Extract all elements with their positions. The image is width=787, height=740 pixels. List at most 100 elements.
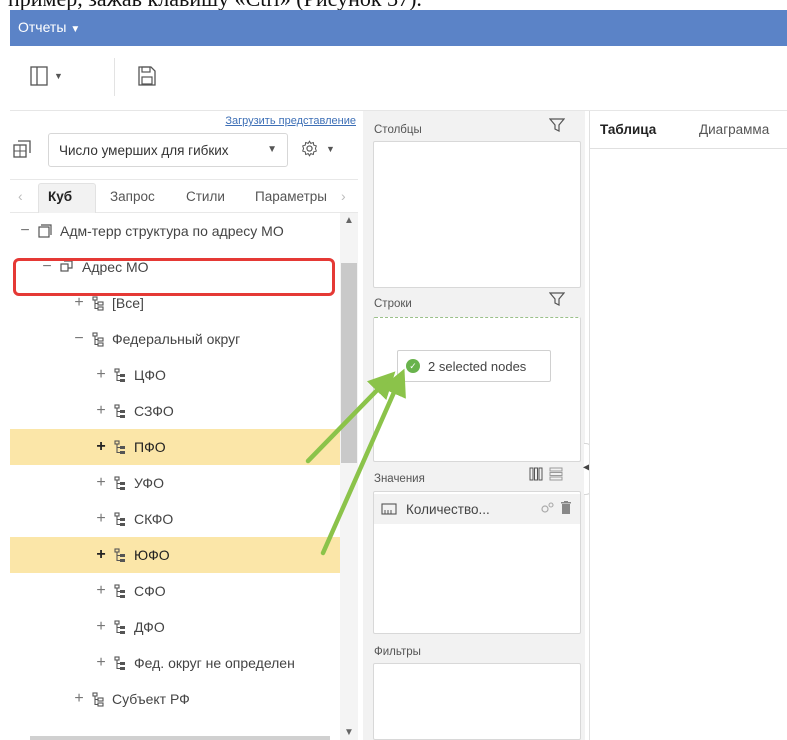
member-icon: [114, 475, 126, 491]
document-text-fragment: пример, зажав клавишу «Ctrl» (Рисунок 37…: [0, 0, 787, 10]
tree-node-label: СФО: [134, 583, 166, 599]
expand-icon[interactable]: +: [72, 294, 86, 312]
report-view-panel: Таблица Диаграмма: [589, 111, 787, 740]
tree-node[interactable]: − Адм-терр структура по адресу МО: [10, 213, 340, 249]
tree-scrollbar[interactable]: ▲ ▼: [340, 213, 358, 740]
tabs-scroll-left-icon[interactable]: ‹: [18, 188, 23, 204]
load-view-link[interactable]: Загрузить представление: [225, 115, 356, 127]
values-item-label: Количество...: [406, 501, 490, 517]
rows-layout-icon[interactable]: [549, 467, 563, 481]
tab-parameters[interactable]: Параметры: [255, 189, 327, 204]
tab-chart[interactable]: Диаграмма: [699, 122, 769, 137]
save-button[interactable]: [138, 66, 156, 86]
columns-layout-icon[interactable]: [529, 467, 543, 481]
member-icon: [114, 583, 126, 599]
expand-icon[interactable]: +: [94, 510, 108, 528]
drag-chip: ✓ 2 selected nodes: [397, 350, 551, 382]
rows-title: Строки: [374, 298, 412, 310]
member-icon: [114, 619, 126, 635]
chevron-down-icon: ▼: [267, 144, 277, 155]
cube-select[interactable]: Число умерших для гибких ▼: [48, 133, 288, 167]
tree-node[interactable]: + ЮФО: [10, 537, 340, 573]
tabs-scroll-right-icon[interactable]: ›: [341, 188, 346, 204]
tab-table[interactable]: Таблица: [600, 122, 656, 137]
cube-tabs: ‹ Куб Запрос Стили Параметры ›: [10, 179, 358, 213]
drag-chip-label: 2 selected nodes: [428, 358, 527, 374]
cube-settings-button[interactable]: ▼: [301, 140, 335, 157]
expand-icon[interactable]: +: [94, 474, 108, 492]
measure-icon: [381, 503, 397, 515]
tree-node-label: Субъект РФ: [112, 691, 190, 707]
settings-icon[interactable]: [540, 501, 554, 515]
highlight-frame: [13, 258, 335, 296]
scroll-up-icon[interactable]: ▲: [344, 215, 354, 226]
toolbar-divider: [114, 58, 115, 96]
collapse-icon[interactable]: −: [18, 222, 32, 240]
tree-node[interactable]: + Фед. округ не определен: [10, 645, 340, 681]
level-icon: [92, 691, 104, 707]
member-icon: [114, 403, 126, 419]
layout-button[interactable]: ▼: [30, 66, 63, 86]
save-icon: [138, 66, 156, 86]
expand-icon[interactable]: +: [94, 546, 108, 564]
rows-drop-zone[interactable]: [373, 317, 581, 462]
member-icon: [114, 511, 126, 527]
caret-down-icon: ▼: [54, 71, 63, 81]
tree-node-label: Федеральный округ: [112, 331, 241, 347]
tree-node[interactable]: + СКФО: [10, 501, 340, 537]
expand-icon[interactable]: +: [94, 582, 108, 600]
expand-icon[interactable]: +: [94, 402, 108, 420]
member-icon: [114, 367, 126, 383]
tree-node-label: СКФО: [134, 511, 174, 527]
level-icon: [92, 295, 104, 311]
tree-node[interactable]: + СЗФО: [10, 393, 340, 429]
pivot-fields-panel: Столбцы Строки ✓ 2 selected nodes Значен…: [363, 111, 585, 740]
filter-icon[interactable]: [549, 117, 565, 133]
tree-node-label: ДФО: [134, 619, 165, 635]
top-menu-bar: Отчеты ▼: [10, 10, 787, 46]
tab-cube[interactable]: Куб: [48, 189, 72, 204]
tree-node-label: Фед. округ не определен: [134, 655, 295, 671]
tree-node-label: ЮФО: [134, 547, 170, 563]
caret-down-icon: ▼: [70, 24, 81, 35]
tree-node[interactable]: + ЦФО: [10, 357, 340, 393]
reports-menu[interactable]: Отчеты ▼: [18, 19, 80, 35]
member-icon: [114, 547, 126, 563]
tree-node[interactable]: + ДФО: [10, 609, 340, 645]
tab-query[interactable]: Запрос: [110, 189, 155, 204]
scroll-down-icon[interactable]: ▼: [344, 727, 354, 738]
expand-icon[interactable]: +: [94, 438, 108, 456]
tree-node-label: Адм-терр структура по адресу МО: [60, 223, 284, 239]
expand-icon[interactable]: +: [94, 618, 108, 636]
tree-node[interactable]: − Федеральный округ: [10, 321, 340, 357]
trash-icon[interactable]: [560, 501, 572, 515]
member-icon: [114, 655, 126, 671]
expand-icon[interactable]: +: [94, 366, 108, 384]
filters-drop-zone[interactable]: [373, 663, 581, 740]
view-tabs: Таблица Диаграмма: [590, 111, 787, 149]
gear-icon: [302, 140, 317, 157]
horizontal-scrollbar[interactable]: [30, 736, 330, 740]
tree-node[interactable]: + ПФО: [10, 429, 340, 465]
expand-icon[interactable]: +: [94, 654, 108, 672]
tree-node[interactable]: + УФО: [10, 465, 340, 501]
columns-drop-zone[interactable]: [373, 141, 581, 288]
scrollbar-thumb[interactable]: [341, 263, 357, 463]
tree-node-label: [Все]: [112, 295, 144, 311]
member-icon: [114, 439, 126, 455]
values-item[interactable]: Количество...: [374, 494, 580, 524]
caret-down-icon: ▼: [326, 143, 335, 154]
collapse-icon[interactable]: −: [72, 330, 86, 348]
expand-icon[interactable]: +: [72, 690, 86, 708]
columns-title: Столбцы: [374, 124, 422, 136]
tab-styles[interactable]: Стили: [186, 189, 225, 204]
values-title: Значения: [374, 473, 425, 485]
filter-icon[interactable]: [549, 291, 565, 307]
check-icon: ✓: [406, 359, 420, 373]
tree-node[interactable]: + Субъект РФ: [10, 681, 340, 717]
layout-panel-icon: [30, 66, 48, 86]
cube-icon: [13, 140, 31, 158]
tree-node-label: ПФО: [134, 439, 166, 455]
level-icon: [92, 331, 104, 347]
tree-node[interactable]: + СФО: [10, 573, 340, 609]
